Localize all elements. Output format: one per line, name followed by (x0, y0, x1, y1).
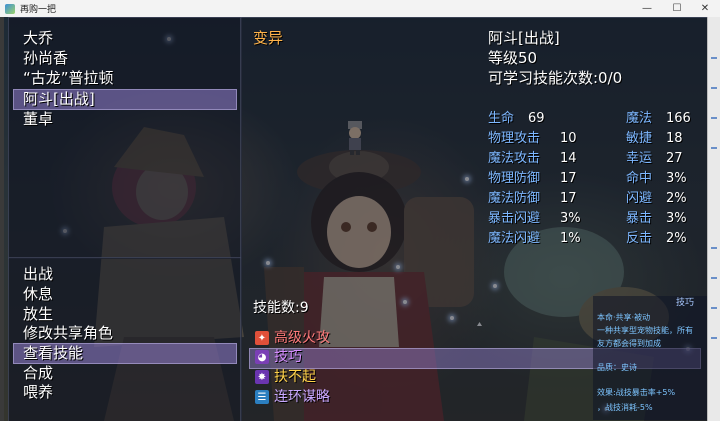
character-item-selected[interactable]: 阿斗[出战] (23, 90, 95, 108)
skill-info-line: 友方都会得到加成 (597, 339, 661, 348)
skill-info-line: 效果:战技暴击率+5% (597, 388, 676, 397)
maximize-button[interactable]: ☐ (662, 0, 692, 17)
stat-hit: 命中 3% (626, 171, 687, 186)
title-bar: 再购一把 — ☐ ✕ (0, 0, 720, 18)
stat-counter: 反击 2% (626, 231, 687, 246)
command-view-skills[interactable]: 查看技能 (23, 344, 83, 362)
stat-agility: 敏捷 18 (626, 131, 683, 146)
mask-icon: ◕ (255, 350, 269, 364)
stat-mp: 魔法 166 (626, 111, 691, 126)
stat-physical-defense: 物理防御 17 (488, 171, 577, 186)
stat-magic-attack: 魔法攻击 14 (488, 151, 577, 166)
character-list-panel: 大乔 孙尚香 “古龙”普拉顿 阿斗[出战] 董卓 (8, 17, 242, 259)
fire-icon: ✦ (255, 331, 269, 345)
skill-info-box: 技巧 本命·共享·被动 一种共享型宠物技能，所有 友方都会得到加成 品质：史诗 … (593, 296, 707, 420)
character-level: 等级50 (488, 49, 538, 67)
learnable-skill-count: 可学习技能次数:0/0 (488, 69, 623, 87)
background-window-strip (707, 17, 720, 421)
game-scene: 大乔 孙尚香 “古龙”普拉顿 阿斗[出战] 董卓 出战 休息 放生 修改共享角色… (4, 17, 707, 421)
stat-crit: 暴击 3% (626, 211, 687, 226)
window-title: 再购一把 (20, 5, 57, 15)
stat-physical-attack: 物理攻击 10 (488, 131, 577, 146)
command-combine[interactable]: 合成 (23, 364, 53, 382)
character-name: 阿斗[出战] (488, 29, 560, 47)
skill-item[interactable]: 扶不起 (274, 368, 316, 386)
skill-item-selected[interactable]: 技巧 (274, 348, 302, 366)
stat-crit-evasion: 暴击闪避 3% (488, 211, 581, 226)
close-button[interactable]: ✕ (690, 0, 720, 17)
stat-hp: 生命 69 (488, 111, 545, 126)
skill-info-line: 品质：史诗 (597, 363, 637, 372)
mutation-label: 变异 (253, 29, 284, 47)
skill-info-line: 一种共享型宠物技能，所有 (597, 326, 693, 335)
burst-icon: ✸ (255, 370, 269, 384)
character-item[interactable]: “古龙”普拉顿 (23, 69, 114, 87)
skill-info-title: 技巧 (676, 298, 695, 308)
character-item[interactable]: 董卓 (23, 110, 53, 128)
character-item[interactable]: 孙尚香 (23, 49, 68, 67)
stat-magic-defense: 魔法防御 17 (488, 191, 577, 206)
command-feed[interactable]: 喂养 (23, 383, 53, 401)
character-item[interactable]: 大乔 (23, 29, 53, 47)
stat-luck: 幸运 27 (626, 151, 683, 166)
command-edit-shared[interactable]: 修改共享角色 (23, 324, 113, 342)
command-deploy[interactable]: 出战 (23, 265, 53, 283)
app-icon (5, 3, 15, 14)
skill-item[interactable]: 高级火攻 (274, 329, 330, 347)
skill-item[interactable]: 连环谋略 (274, 388, 330, 406)
minimize-button[interactable]: — (632, 0, 662, 17)
command-release[interactable]: 放生 (23, 305, 53, 323)
skill-count: 技能数:9 (253, 300, 309, 316)
stat-evasion: 闪避 2% (626, 191, 687, 206)
command-menu-panel: 出战 休息 放生 修改共享角色 查看技能 合成 喂养 (8, 257, 242, 421)
stat-magic-evasion: 魔法闪避 1% (488, 231, 581, 246)
scroll-icon: ☰ (255, 390, 269, 404)
skill-info-line: 本命·共享·被动 (597, 313, 651, 322)
skill-info-line: ，战技消耗-5% (597, 403, 653, 412)
command-rest[interactable]: 休息 (23, 285, 53, 303)
character-detail-panel: 变异 阿斗[出战] 等级50 可学习技能次数:0/0 生命 69 物理攻击 10 魔… (240, 17, 707, 421)
